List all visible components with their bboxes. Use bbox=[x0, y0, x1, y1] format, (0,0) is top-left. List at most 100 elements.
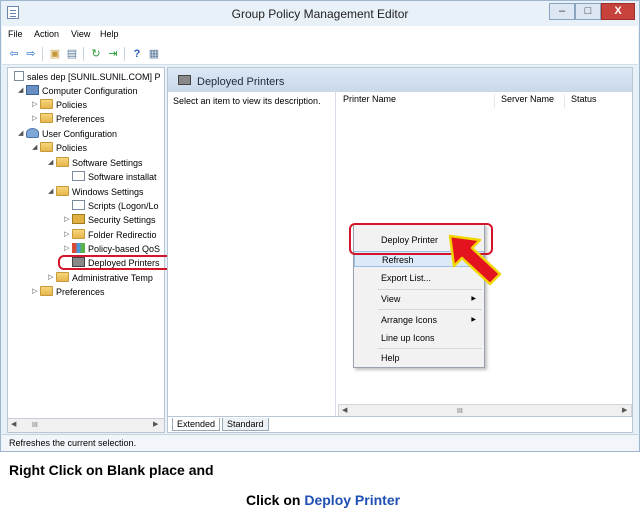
tree-item-policy-based-qos[interactable]: ▷ Policy-based QoS bbox=[64, 242, 160, 256]
tree-item-computer-configuration[interactable]: ◢ Computer Configuration bbox=[18, 84, 138, 98]
tree-item-folder-redirection[interactable]: ▷ Folder Redirectio bbox=[64, 228, 157, 242]
export-list-icon[interactable]: ⇥ bbox=[106, 47, 120, 61]
expand-icon[interactable]: ▷ bbox=[32, 98, 40, 112]
folder-icon bbox=[40, 286, 53, 296]
gpo-document-icon bbox=[14, 71, 24, 81]
tab-standard[interactable]: Standard bbox=[222, 418, 269, 431]
menu-item-view[interactable]: View ▶ bbox=[354, 291, 484, 307]
title-bar[interactable]: Group Policy Management Editor – □ X bbox=[1, 1, 639, 25]
menu-file[interactable]: File bbox=[8, 29, 23, 39]
caption-line-2: Click on Deploy Printer bbox=[246, 492, 400, 508]
collapse-icon[interactable]: ◢ bbox=[32, 141, 40, 155]
window-title: Group Policy Management Editor bbox=[231, 7, 409, 21]
scroll-thumb[interactable]: III bbox=[457, 408, 463, 415]
view-tabs: Extended Standard bbox=[168, 416, 632, 432]
collapse-icon[interactable]: ◢ bbox=[18, 84, 26, 98]
security-icon bbox=[72, 214, 85, 224]
show-hide-tree-icon[interactable]: ▤ bbox=[65, 47, 79, 61]
menu-separator bbox=[378, 309, 482, 310]
column-printer-name[interactable]: Printer Name bbox=[337, 94, 495, 108]
installer-icon bbox=[72, 171, 85, 181]
column-server-name[interactable]: Server Name bbox=[495, 94, 565, 108]
help-icon[interactable]: ? bbox=[130, 47, 144, 61]
submenu-arrow-icon: ▶ bbox=[471, 317, 476, 323]
folder-icon bbox=[40, 113, 53, 123]
scroll-right-icon[interactable]: ▶ bbox=[153, 420, 158, 428]
minimize-button[interactable]: – bbox=[549, 3, 575, 20]
toolbar: ⇦ ⇨ ▣ ▤ ↻ ⇥ ? ▦ bbox=[2, 43, 638, 65]
expand-icon[interactable]: ▷ bbox=[32, 112, 40, 126]
tree-item-computer-policies[interactable]: ▷ Policies bbox=[32, 98, 87, 112]
tab-extended[interactable]: Extended bbox=[172, 418, 221, 431]
tree-item-user-preferences[interactable]: ▷ Preferences bbox=[32, 285, 105, 299]
tree-item-administrative-templates[interactable]: ▷ Administrative Temp bbox=[48, 271, 153, 285]
expand-icon[interactable]: ▷ bbox=[64, 213, 72, 227]
toolbar-separator bbox=[83, 47, 84, 61]
description-text: Select an item to view its description. bbox=[173, 96, 321, 106]
close-button[interactable]: X bbox=[601, 3, 635, 20]
folder-icon bbox=[72, 229, 85, 239]
tree-item-user-configuration[interactable]: ◢ User Configuration bbox=[18, 127, 117, 141]
menu-item-arrange-icons-label: Arrange Icons bbox=[381, 315, 438, 325]
status-text: Refreshes the current selection. bbox=[9, 438, 137, 448]
folder-icon bbox=[40, 142, 53, 152]
folder-icon bbox=[56, 272, 69, 282]
collapse-icon[interactable]: ◢ bbox=[48, 185, 56, 199]
maximize-button[interactable]: □ bbox=[575, 3, 601, 20]
properties-icon[interactable]: ▦ bbox=[147, 47, 161, 61]
folder-icon bbox=[56, 157, 69, 167]
collapse-icon[interactable]: ◢ bbox=[48, 156, 56, 170]
user-icon bbox=[26, 128, 39, 138]
forward-arrow-icon[interactable]: ⇨ bbox=[24, 47, 38, 61]
gpme-window: Group Policy Management Editor – □ X Fil… bbox=[0, 0, 640, 452]
scroll-left-icon[interactable]: ◀ bbox=[11, 420, 16, 428]
status-bar: Refreshes the current selection. bbox=[2, 434, 638, 451]
bar-chart-icon bbox=[72, 243, 85, 253]
caption-highlight: Deploy Printer bbox=[304, 492, 401, 508]
tree-pane[interactable]: sales dep [SUNIL.SUNIL.COM] P ◢ Computer … bbox=[7, 67, 165, 433]
menu-item-view-label: View bbox=[381, 294, 401, 304]
expand-icon[interactable]: ▷ bbox=[64, 242, 72, 256]
refresh-icon[interactable]: ↻ bbox=[89, 47, 103, 61]
toolbar-separator bbox=[42, 47, 43, 61]
menu-view[interactable]: View bbox=[71, 29, 90, 39]
caption-prefix: Click on bbox=[246, 492, 305, 508]
scroll-thumb[interactable]: III bbox=[32, 422, 38, 429]
expand-icon[interactable]: ▷ bbox=[48, 271, 56, 285]
back-arrow-icon[interactable]: ⇦ bbox=[7, 47, 21, 61]
folder-icon bbox=[40, 99, 53, 109]
tree-item-security-settings[interactable]: ▷ Security Settings bbox=[64, 213, 156, 227]
script-icon bbox=[72, 200, 85, 210]
scroll-left-icon[interactable]: ◀ bbox=[342, 406, 347, 414]
tree-horizontal-scrollbar[interactable]: ◀ III ▶ bbox=[8, 418, 164, 432]
expand-icon[interactable]: ▷ bbox=[64, 228, 72, 242]
details-title: Deployed Printers bbox=[197, 76, 285, 88]
tree-item-gpo-root[interactable]: sales dep [SUNIL.SUNIL.COM] P bbox=[14, 70, 161, 84]
computer-icon bbox=[26, 85, 39, 95]
pointer-arrow-icon bbox=[448, 234, 502, 286]
pane-divider bbox=[335, 92, 336, 418]
menu-item-arrange-icons[interactable]: Arrange Icons ▶ bbox=[354, 312, 484, 328]
collapse-icon[interactable]: ◢ bbox=[18, 127, 26, 141]
menu-separator bbox=[378, 289, 482, 290]
scroll-right-icon[interactable]: ▶ bbox=[622, 406, 627, 414]
printer-icon bbox=[178, 75, 191, 85]
up-folder-icon[interactable]: ▣ bbox=[48, 47, 62, 61]
tree-item-windows-settings[interactable]: ◢ Windows Settings bbox=[48, 185, 144, 199]
menu-action[interactable]: Action bbox=[34, 29, 59, 39]
tree-item-computer-preferences[interactable]: ▷ Preferences bbox=[32, 112, 105, 126]
tree-item-scripts[interactable]: Scripts (Logon/Lo bbox=[72, 199, 159, 213]
column-status[interactable]: Status bbox=[565, 94, 632, 108]
tree-item-user-policies[interactable]: ◢ Policies bbox=[32, 141, 87, 155]
tree-item-software-installation[interactable]: Software installat bbox=[72, 170, 157, 184]
toolbar-separator bbox=[124, 47, 125, 61]
folder-icon bbox=[56, 186, 69, 196]
menu-item-help[interactable]: Help bbox=[354, 350, 484, 366]
submenu-arrow-icon: ▶ bbox=[471, 296, 476, 302]
menu-item-line-up-icons[interactable]: Line up Icons bbox=[354, 330, 484, 346]
caption-line-1: Right Click on Blank place and bbox=[9, 462, 214, 478]
menu-help[interactable]: Help bbox=[100, 29, 119, 39]
expand-icon[interactable]: ▷ bbox=[32, 285, 40, 299]
tree-highlight-box bbox=[58, 255, 176, 270]
tree-item-software-settings[interactable]: ◢ Software Settings bbox=[48, 156, 143, 170]
